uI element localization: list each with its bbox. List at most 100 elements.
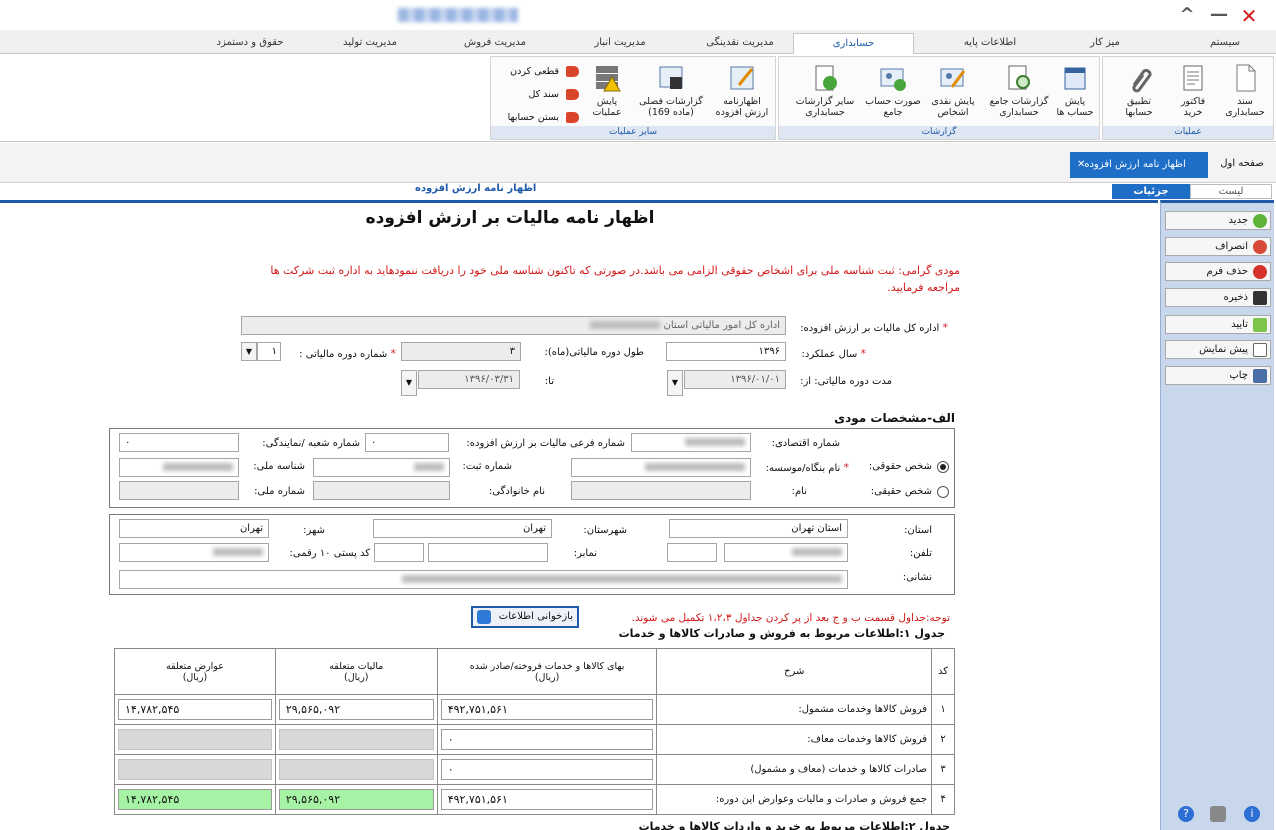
tab-base-info[interactable]: اطلاعات پایه	[940, 33, 1040, 54]
postal-code-field[interactable]	[119, 543, 269, 562]
close-accounts-button[interactable]: بستن حسابها	[491, 109, 581, 127]
close-accounts-label: بستن حسابها	[507, 112, 559, 123]
tab-details[interactable]: جزئیات	[1112, 184, 1190, 199]
tab-desk[interactable]: میز کار	[1060, 33, 1150, 54]
province-label: استان:	[904, 525, 932, 536]
general-voucher-button[interactable]: سند کل	[491, 86, 581, 104]
help-icon[interactable]: ?	[1178, 806, 1194, 822]
duty-field[interactable]: ۱۴,۷۸۲,۵۴۵	[118, 699, 272, 720]
match-accounts-button[interactable]: تطبیق حسابها	[1111, 61, 1167, 129]
tab-accounting[interactable]: حسابداری	[793, 33, 914, 56]
name-field	[571, 481, 751, 500]
sub-no-field[interactable]: ۰	[365, 433, 449, 452]
blurred-text	[792, 548, 842, 556]
county-field[interactable]: تهران	[373, 519, 552, 538]
maximize-icon[interactable]: ^	[1176, 4, 1198, 25]
fax-label: نمابر:	[573, 548, 597, 559]
cancel-label: انصراف	[1215, 241, 1248, 252]
confirm-button[interactable]: تایید	[1165, 315, 1271, 334]
tab-production[interactable]: مدیریت تولید	[320, 33, 420, 54]
other-reports-button[interactable]: سایر گزارشات حسابداری	[789, 61, 861, 129]
sub-title: اظهار نامه ارزش افزوده	[415, 183, 537, 194]
comprehensive-statement-button[interactable]: صورت حساب جامع	[865, 61, 921, 129]
office-field[interactable]: اداره کل امور مالیاتی استان	[241, 316, 786, 335]
save-button[interactable]: ذخیره	[1165, 288, 1271, 307]
chevron-down-icon[interactable]: ▼	[401, 370, 417, 396]
vat-declaration-button[interactable]: اظهارنامه ارزش افزوده	[709, 61, 775, 129]
reg-no-field[interactable]	[313, 458, 450, 477]
company-name-field[interactable]	[571, 458, 751, 477]
delete-form-button[interactable]: حذف فرم	[1165, 262, 1271, 281]
invoice-icon	[1178, 63, 1208, 93]
tax-field[interactable]: ۲۹,۵۶۵,۰۹۲	[278, 699, 434, 720]
tab-list[interactable]: لیست	[1190, 184, 1272, 199]
print-button[interactable]: چاپ	[1165, 366, 1271, 385]
province-field[interactable]: استان تهران	[669, 519, 848, 538]
tab-sales[interactable]: مدیریت فروش	[445, 33, 545, 54]
col-tax: مالیات متعلقه (ریال)	[274, 648, 438, 695]
amount-field[interactable]: ۰	[440, 759, 654, 780]
cancel-button[interactable]: انصراف	[1165, 237, 1271, 256]
national-id-field[interactable]	[119, 458, 239, 477]
period-no-select[interactable]: ۱	[257, 342, 281, 361]
tab-cash[interactable]: مدیریت نقدینگی	[690, 33, 790, 54]
branch-no-field[interactable]: ۰	[119, 433, 239, 452]
period-to-field[interactable]: ۱۳۹۶/۰۳/۳۱	[418, 370, 520, 389]
table-row-total: ۴ جمع فروش و صادرات و مالیات وعوارض این …	[114, 784, 955, 815]
national-id-warning: مودی گرامی: ثبت شناسه ملی برای اشخاص حقو…	[270, 264, 960, 294]
col-code: کد	[931, 648, 955, 695]
close-tab-icon[interactable]: ✕	[1077, 153, 1085, 177]
office-label: * اداره کل مالیات بر ارزش افزوده:	[790, 321, 948, 334]
fax-code-field[interactable]	[374, 543, 424, 562]
minimize-icon[interactable]: —	[1208, 4, 1230, 25]
preview-button[interactable]: پیش نمایش	[1165, 340, 1271, 359]
tab-warehouse[interactable]: مدیریت انبار	[570, 33, 670, 54]
chevron-down-icon[interactable]: ▼	[667, 370, 683, 396]
info-icon[interactable]: i	[1244, 806, 1260, 822]
tab-vat-declaration[interactable]: اظهار نامه ارزش افزوده ✕	[1070, 152, 1208, 178]
ops-monitor-button[interactable]: پایش عملیات	[579, 61, 635, 129]
group-operations: عملیات سند حسابداری فاکتور خرید تطبیق حس…	[1102, 56, 1274, 140]
person-edit-icon	[938, 63, 968, 93]
tab-system[interactable]: سیستم	[1180, 33, 1270, 54]
new-button[interactable]: جدید	[1165, 211, 1271, 230]
purchase-invoice-button[interactable]: فاکتور خرید	[1165, 61, 1221, 129]
account-monitor-button[interactable]: پایش حساب ها	[1047, 61, 1103, 129]
chevron-down-icon[interactable]: ▼	[241, 342, 257, 361]
phone-code-field[interactable]	[667, 543, 717, 562]
plus-icon	[1253, 214, 1267, 228]
natural-person-radio[interactable]	[937, 486, 949, 498]
economic-no-field[interactable]	[631, 433, 751, 452]
cash-monitor-button[interactable]: پایش نقدی اشخاص	[925, 61, 981, 129]
year-field[interactable]: ۱۳۹۶	[666, 342, 786, 361]
confirm-label: تایید	[1231, 319, 1248, 330]
city-field[interactable]: تهران	[119, 519, 269, 538]
finalize-button[interactable]: قطعی کردن	[491, 63, 581, 81]
period-from-field[interactable]: ۱۳۹۶/۰۱/۰۱	[684, 370, 786, 389]
table-row: ۱ فروش کالاها وخدمات مشمول: ۴۹۲,۷۵۱,۵۶۱ …	[114, 694, 955, 725]
new-label: جدید	[1228, 215, 1248, 226]
phone-field[interactable]	[724, 543, 848, 562]
refresh-button[interactable]: بازخوانی اطلاعات	[471, 606, 579, 628]
voucher-button[interactable]: سند حسابداری	[1217, 61, 1273, 129]
year-label-text: سال عملکرد:	[801, 349, 858, 360]
fax-field[interactable]	[428, 543, 548, 562]
tab-home[interactable]: صفحه اول	[1210, 152, 1274, 178]
tab-payroll[interactable]: حقوق و دستمزد	[200, 33, 300, 54]
legal-person-radio[interactable]	[937, 461, 949, 473]
seasonal-reports-button[interactable]: گزارشات فصلی (ماده 169)	[635, 61, 707, 129]
blurred-text	[645, 463, 745, 471]
amount-field[interactable]: ۰	[440, 729, 654, 750]
close-icon[interactable]: ✕	[1238, 4, 1260, 28]
comprehensive-reports-button[interactable]: گزارشات جامع حسابداری	[989, 61, 1049, 129]
amount-field[interactable]: ۴۹۲,۷۵۱,۵۶۱	[440, 699, 654, 720]
purchase-invoice-label: فاکتور خرید	[1180, 96, 1206, 118]
form-save-icon	[656, 63, 686, 93]
tool-icon[interactable]	[1210, 806, 1226, 822]
address-field[interactable]	[119, 570, 848, 589]
duty-field	[118, 729, 272, 750]
period-len-label: طول دوره مالیاتی(ماه):	[544, 347, 644, 358]
postal-code-label: کد پستی ۱۰ رقمی:	[289, 548, 370, 559]
col-amount: بهای کالاها و خدمات فروخته/صادر شده (ریا…	[436, 648, 658, 695]
sub-no-label: شماره فرعی مالیات بر ارزش افزوده:	[466, 438, 625, 449]
